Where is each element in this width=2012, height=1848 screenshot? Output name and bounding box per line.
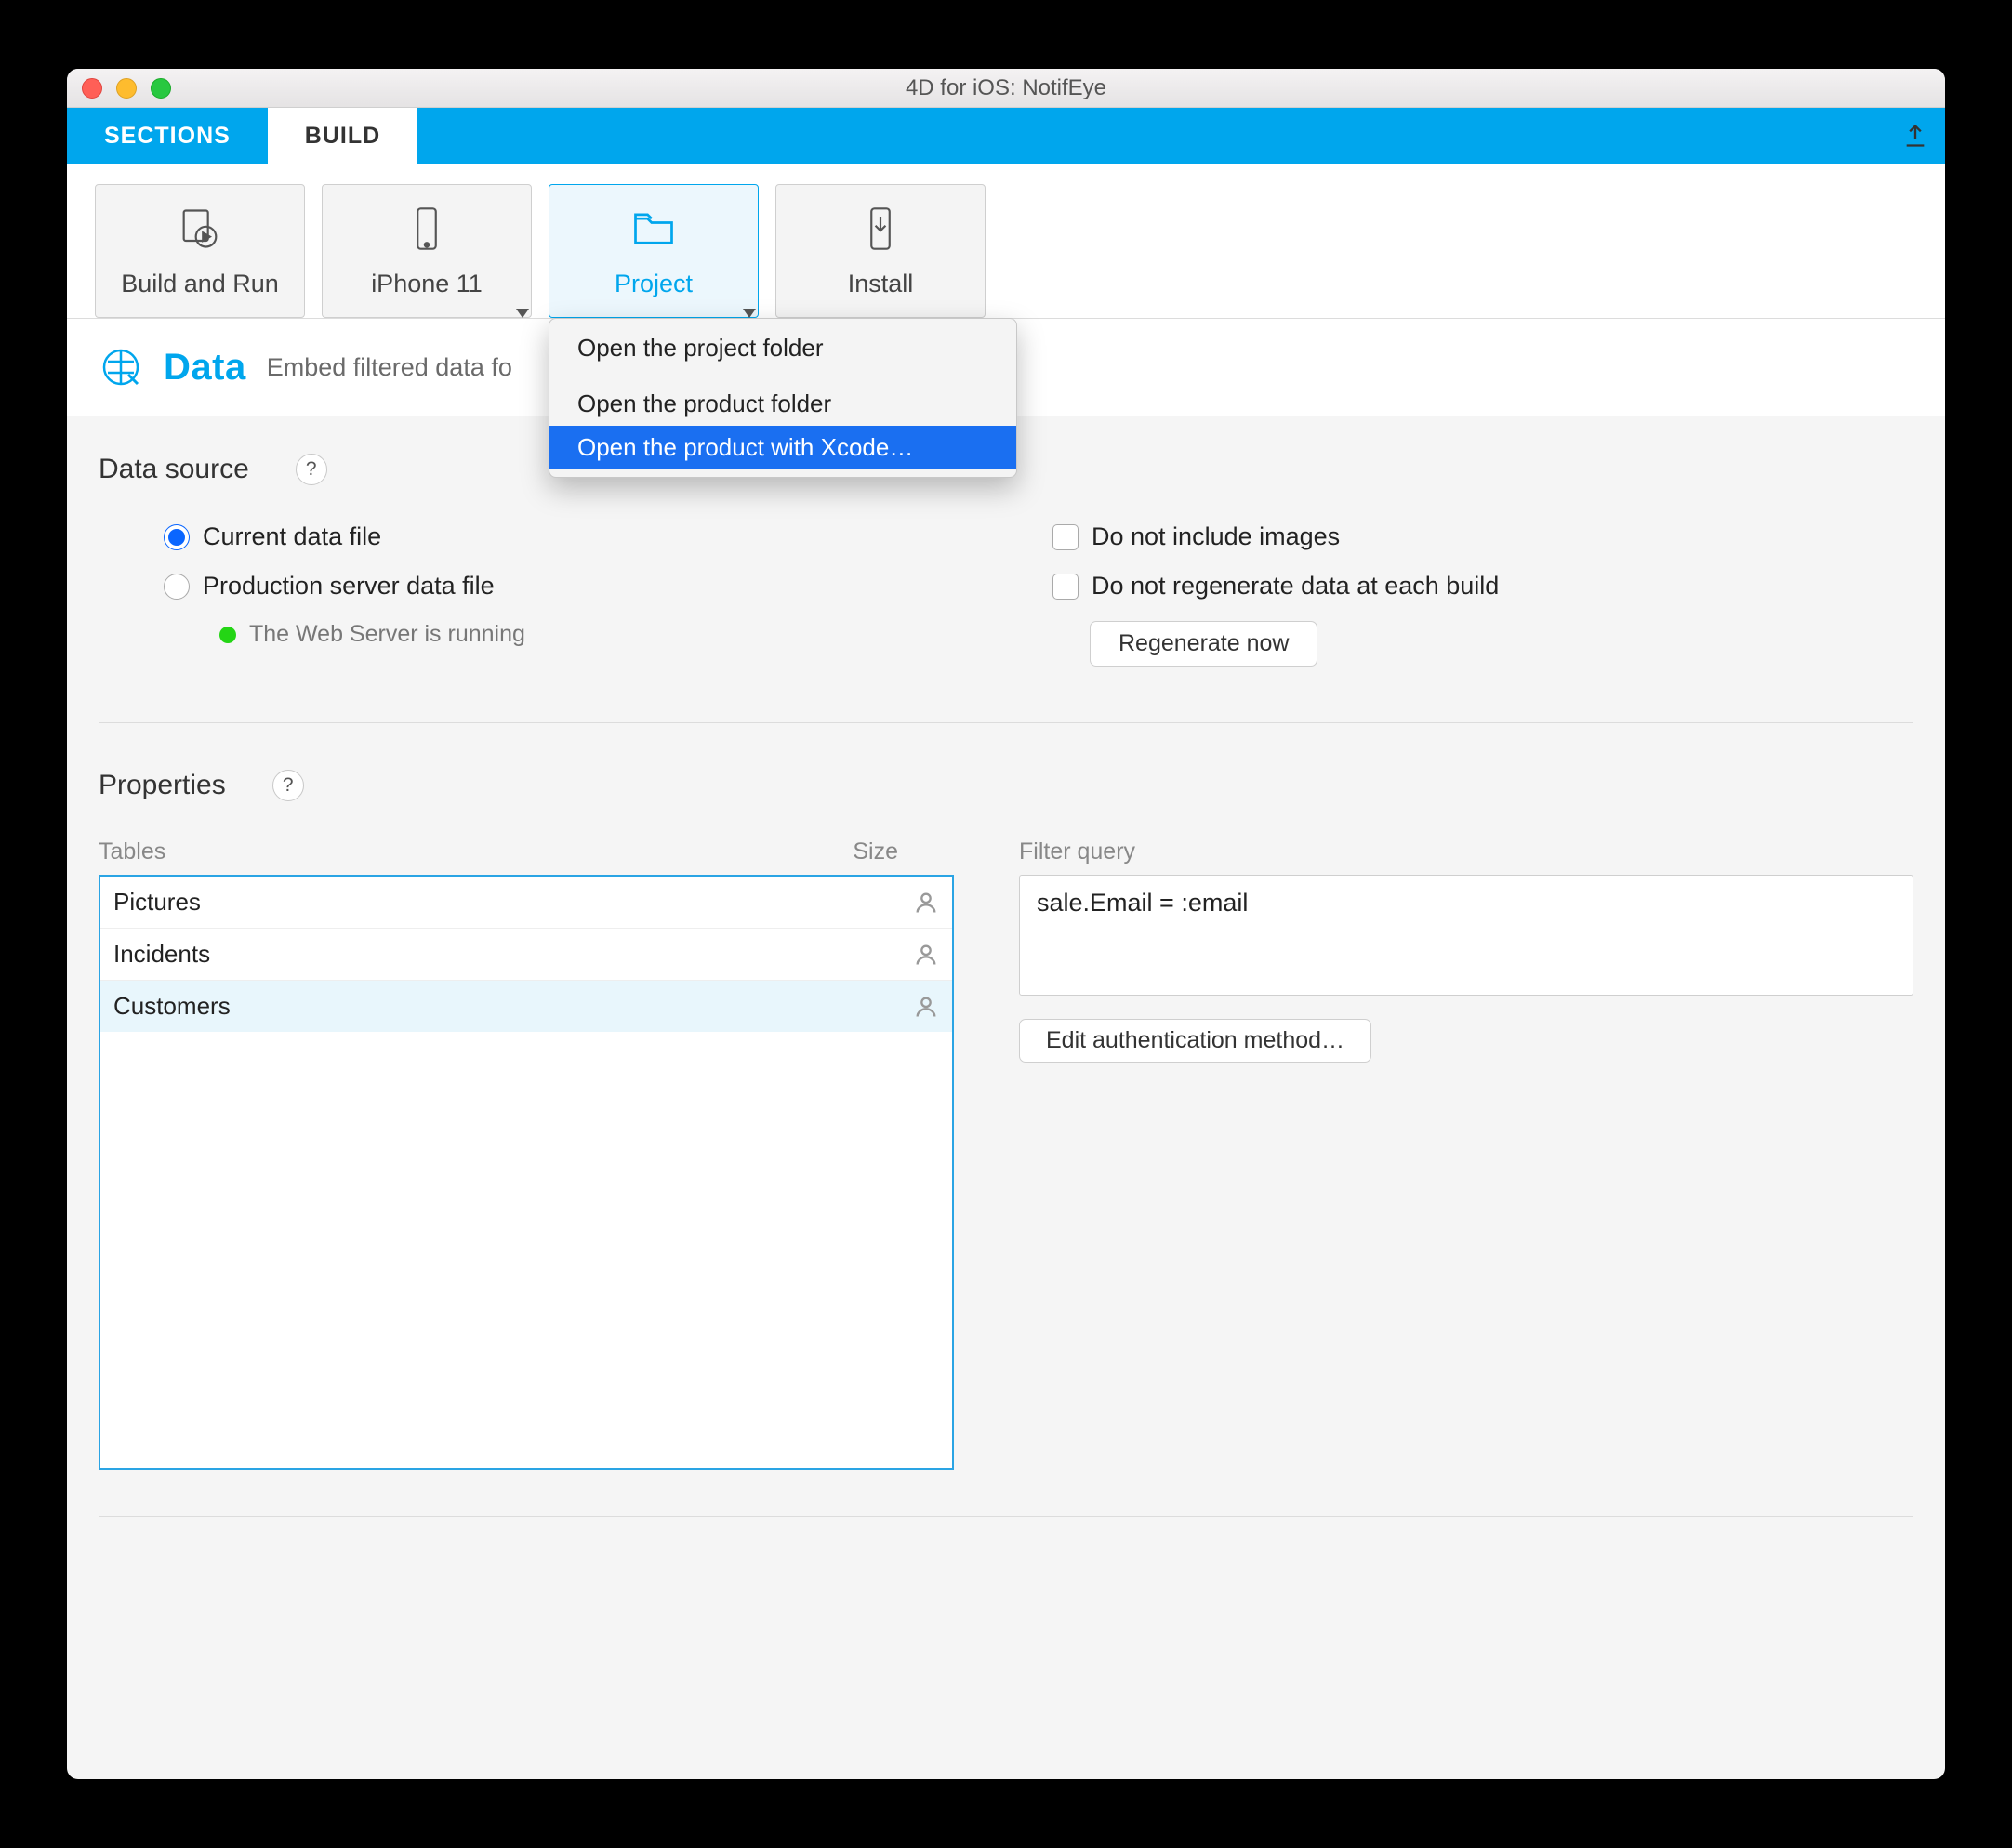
- properties-heading: Properties: [99, 770, 226, 801]
- user-icon: [913, 890, 939, 916]
- table-row[interactable]: Pictures: [100, 877, 952, 929]
- phone-icon: [403, 205, 451, 253]
- install-icon: [856, 205, 905, 253]
- table-name: Incidents: [113, 940, 764, 969]
- data-source-left: Current data file Production server data…: [99, 522, 960, 676]
- divider: [99, 722, 1913, 723]
- app-window: 4D for iOS: NotifEye SECTIONS BUILD Buil…: [67, 69, 1945, 1779]
- table-row[interactable]: Incidents: [100, 929, 952, 981]
- help-icon[interactable]: ?: [296, 454, 327, 485]
- build-toolbar: Build and Run iPhone 11 Project: [67, 164, 1945, 319]
- data-source-options: Current data file Production server data…: [99, 522, 1913, 676]
- export-icon[interactable]: [1902, 123, 1928, 149]
- menu-open-project-folder[interactable]: Open the project folder: [549, 326, 1016, 370]
- project-menu: Open the project folder Open the product…: [549, 318, 1017, 478]
- server-status-text: The Web Server is running: [249, 621, 525, 648]
- data-source-heading: Data source: [99, 454, 249, 485]
- radio-current-label: Current data file: [203, 522, 381, 551]
- help-icon[interactable]: ?: [272, 770, 304, 801]
- properties-left: Tables Size Pictures Incidents Customers: [99, 838, 954, 1470]
- checkbox-icon: [1052, 574, 1079, 600]
- data-icon: [99, 345, 143, 389]
- properties-heading-row: Properties ?: [99, 770, 1913, 801]
- folder-icon: [629, 205, 678, 253]
- server-status-row: The Web Server is running: [219, 621, 960, 648]
- col-header-filter: Filter query: [1019, 838, 1913, 865]
- device-button[interactable]: iPhone 11: [322, 184, 532, 318]
- check-no-images-label: Do not include images: [1092, 522, 1340, 551]
- build-run-button[interactable]: Build and Run: [95, 184, 305, 318]
- properties-right: Filter query Edit authentication method…: [1019, 838, 1913, 1470]
- filter-query-input[interactable]: [1019, 875, 1913, 996]
- status-dot-icon: [219, 627, 236, 643]
- col-header-tables: Tables: [99, 838, 749, 865]
- table-name: Pictures: [113, 888, 764, 917]
- build-run-label: Build and Run: [121, 270, 279, 298]
- tables-list[interactable]: Pictures Incidents Customers: [99, 875, 954, 1470]
- col-header-size: Size: [749, 838, 954, 865]
- edit-auth-method-button[interactable]: Edit authentication method…: [1019, 1019, 1371, 1063]
- radio-production-label: Production server data file: [203, 572, 495, 601]
- user-icon: [913, 994, 939, 1020]
- radio-current-data-file[interactable]: Current data file: [164, 522, 960, 551]
- menu-open-with-xcode[interactable]: Open the product with Xcode…: [549, 426, 1016, 469]
- chevron-down-icon: [516, 309, 529, 318]
- table-row[interactable]: Customers: [100, 981, 952, 1032]
- project-button[interactable]: Project: [549, 184, 759, 318]
- check-no-images[interactable]: Do not include images: [1052, 522, 1913, 551]
- properties-columns: Tables Size Pictures Incidents Customers F…: [99, 838, 1913, 1470]
- tables-headers: Tables Size: [99, 838, 954, 875]
- titlebar: 4D for iOS: NotifEye: [67, 69, 1945, 108]
- install-button[interactable]: Install: [775, 184, 986, 318]
- menu-open-product-folder[interactable]: Open the product folder: [549, 382, 1016, 426]
- tab-sections[interactable]: SECTIONS: [67, 108, 268, 164]
- data-source-right: Do not include images Do not regenerate …: [1052, 522, 1913, 676]
- regenerate-now-button[interactable]: Regenerate now: [1090, 621, 1317, 667]
- content-area: Data source ? Current data file Producti…: [67, 416, 1945, 1779]
- checkbox-icon: [1052, 524, 1079, 550]
- device-label: iPhone 11: [371, 270, 483, 298]
- tab-build[interactable]: BUILD: [268, 108, 417, 164]
- radio-production-server[interactable]: Production server data file: [164, 572, 960, 601]
- data-subtitle: Embed filtered data fo: [267, 353, 512, 382]
- install-label: Install: [848, 270, 914, 298]
- divider: [99, 1516, 1913, 1517]
- user-icon: [913, 942, 939, 968]
- check-no-regenerate-label: Do not regenerate data at each build: [1092, 572, 1499, 601]
- project-label: Project: [615, 270, 693, 298]
- check-no-regenerate[interactable]: Do not regenerate data at each build: [1052, 572, 1913, 601]
- build-run-icon: [176, 205, 224, 253]
- data-title: Data: [164, 347, 246, 389]
- table-name: Customers: [113, 992, 764, 1021]
- radio-icon: [164, 524, 190, 550]
- main-tabs: SECTIONS BUILD: [67, 108, 1945, 164]
- radio-icon: [164, 574, 190, 600]
- chevron-down-icon: [743, 309, 756, 318]
- window-title: 4D for iOS: NotifEye: [67, 75, 1945, 101]
